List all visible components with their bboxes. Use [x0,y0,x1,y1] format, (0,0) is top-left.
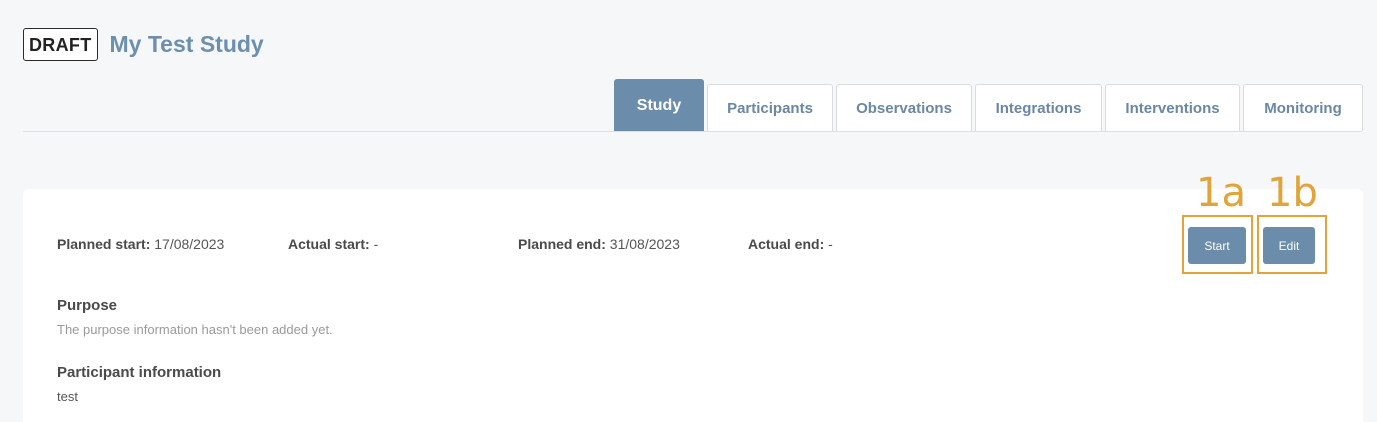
planned-end: Planned end: 31/08/2023 [518,236,680,252]
tabs-divider [23,131,1362,132]
tab-study[interactable]: Study [614,79,704,131]
tab-participants[interactable]: Participants [707,84,833,131]
planned-end-label: Planned end: [518,236,606,252]
annotation-box-1a [1182,215,1253,274]
tab-interventions[interactable]: Interventions [1105,84,1240,131]
page-title: My Test Study [109,31,264,57]
participant-information-heading: Participant information [57,364,222,381]
annotation-label-1a: 1a [1196,170,1246,216]
tab-monitoring[interactable]: Monitoring [1243,84,1363,131]
annotation-box-1b [1257,215,1327,274]
planned-end-value: 31/08/2023 [609,236,680,252]
annotation-label-1b: 1b [1267,170,1318,216]
actual-start: Actual start: - [288,236,378,252]
actual-start-label: Actual start: [288,236,370,252]
planned-start-label: Planned start: [57,236,151,252]
purpose-text: The purpose information hasn't been adde… [57,322,333,337]
study-header: DRAFT My Test Study [23,28,264,61]
tab-bar: Study Participants Observations Integrat… [614,79,1363,131]
participant-information-text: test [57,389,78,404]
actual-end: Actual end: - [748,236,833,252]
tab-observations[interactable]: Observations [836,84,972,131]
actual-end-label: Actual end: [748,236,825,252]
tab-integrations[interactable]: Integrations [975,84,1102,131]
planned-start: Planned start: 17/08/2023 [57,236,224,252]
status-badge: DRAFT [23,28,98,61]
planned-start-value: 17/08/2023 [154,236,225,252]
study-details-card [23,189,1363,422]
purpose-heading: Purpose [57,297,118,314]
actual-end-value: - [828,236,833,252]
actual-start-value: - [373,236,379,252]
